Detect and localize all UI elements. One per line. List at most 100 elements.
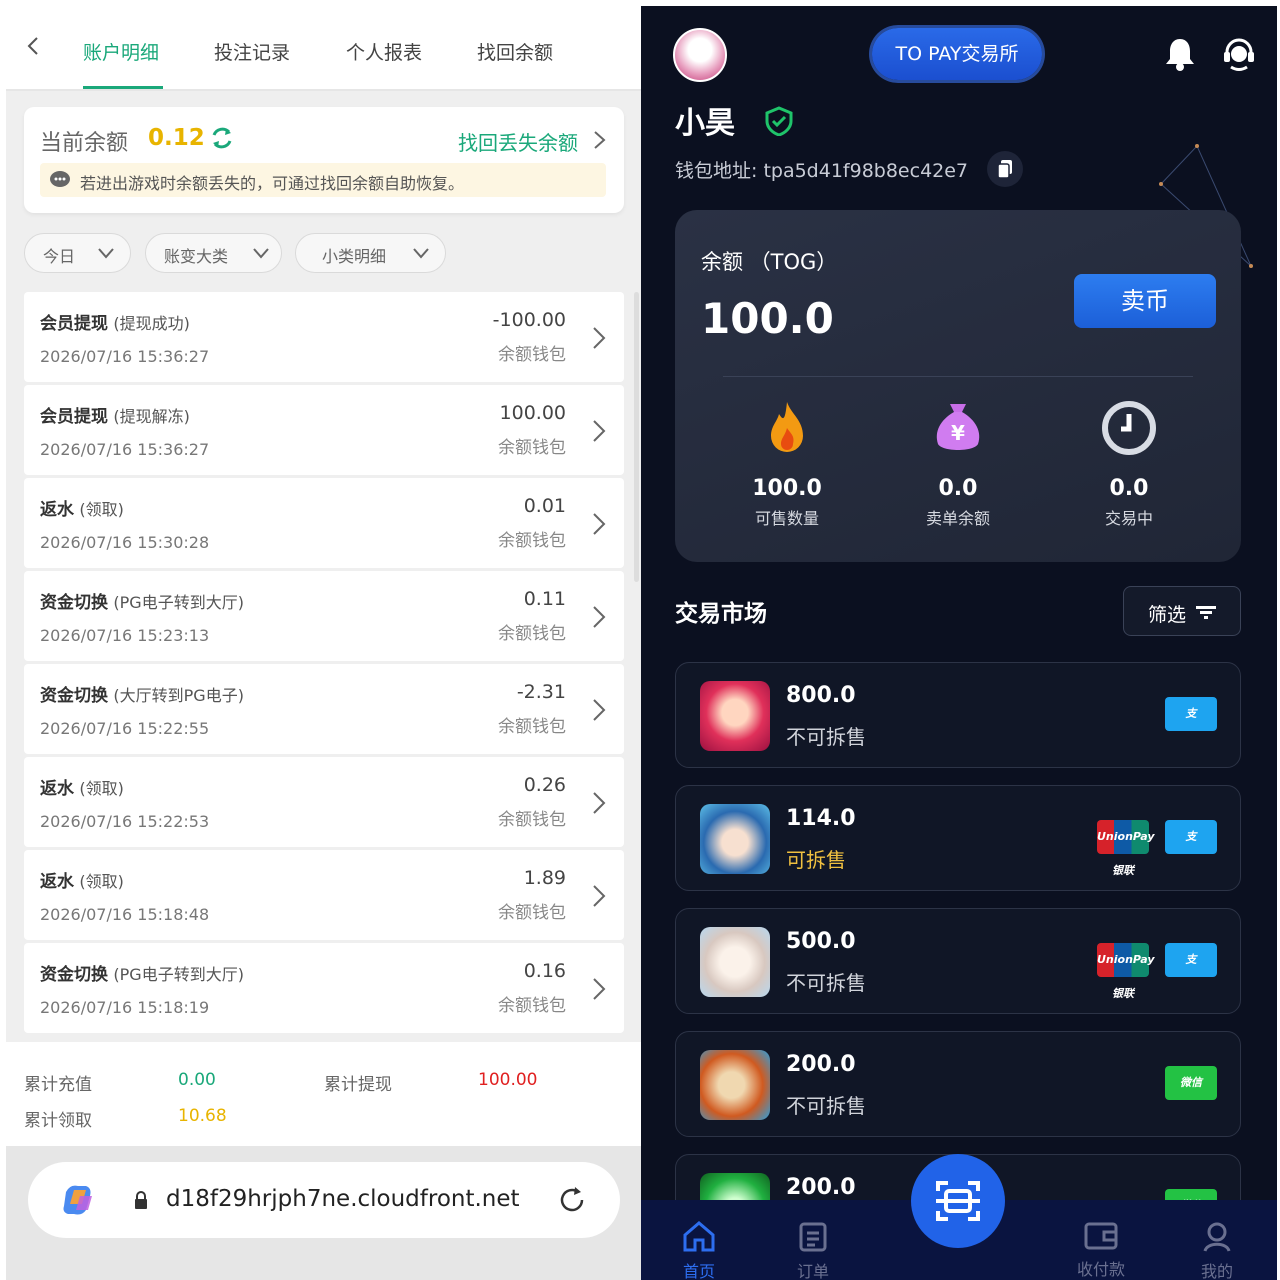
tab-profile[interactable]: 我的 bbox=[1187, 1220, 1247, 1280]
exchange-button[interactable]: TO PAY交易所 bbox=[872, 28, 1042, 80]
record-row[interactable]: 返水 (领取) 2026/07/16 15:22:53 0.26 余额钱包 bbox=[24, 757, 624, 847]
reload-icon[interactable] bbox=[556, 1184, 588, 1216]
notice-text: 若进出游戏时余额丢失的，可通过找回余额自助恢复。 bbox=[80, 174, 465, 193]
filter-date[interactable]: 今日 bbox=[24, 233, 131, 273]
recover-lost-balance-link[interactable]: 找回丢失余额 bbox=[458, 127, 578, 156]
bell-icon[interactable] bbox=[1163, 36, 1197, 72]
totals-summary: 累计充值 0.00 累计提现 100.00 累计领取 10.68 bbox=[6, 1042, 641, 1146]
balance-label: 余额 （TOG） bbox=[701, 250, 838, 274]
record-type: 会员提现 bbox=[40, 314, 108, 334]
copy-address-button[interactable] bbox=[987, 151, 1023, 187]
total-recharge-label: 累计充值 bbox=[24, 1075, 92, 1095]
tab-personal-report[interactable]: 个人报表 bbox=[346, 38, 422, 65]
filter-category[interactable]: 账变大类 bbox=[145, 233, 282, 273]
record-row[interactable]: 会员提现 (提现成功) 2026/07/16 15:36:27 -100.00 余额钱… bbox=[24, 292, 624, 382]
record-title: 资金切换 (PG电子转到大厅) bbox=[40, 960, 244, 985]
alipay-label: 支 bbox=[1185, 953, 1197, 966]
stat-in-trade: 0.0 交易中 bbox=[1049, 398, 1209, 529]
item-amount: 500.0 bbox=[786, 929, 856, 954]
market-title: 交易市场 bbox=[675, 601, 767, 627]
total-withdraw-value: 100.00 bbox=[478, 1070, 538, 1090]
filter-subcategory[interactable]: 小类明细 bbox=[295, 233, 446, 273]
sell-coin-button[interactable]: 卖币 bbox=[1074, 274, 1216, 328]
market-item[interactable]: 800.0 不可拆售 支 bbox=[675, 662, 1241, 768]
customer-service-icon[interactable] bbox=[1221, 36, 1257, 72]
record-time: 2026/07/16 15:36:27 bbox=[40, 440, 210, 459]
total-claim-label: 累计领取 bbox=[24, 1111, 92, 1131]
refresh-icon[interactable] bbox=[209, 125, 235, 151]
browser-logo-icon bbox=[63, 1185, 92, 1215]
record-amount: 1.89 bbox=[523, 867, 566, 889]
record-wallet: 余额钱包 bbox=[498, 717, 566, 737]
account-header: 账户明细 投注记录 个人报表 找回余额 bbox=[6, 6, 641, 91]
tab-bet-records[interactable]: 投注记录 bbox=[214, 38, 290, 65]
alipay-label: 支 bbox=[1185, 707, 1197, 720]
record-subtype: (PG电子转到大厅) bbox=[113, 593, 244, 612]
home-icon bbox=[683, 1221, 715, 1252]
market-item[interactable]: 200.0 不可拆售 微信 bbox=[675, 1031, 1241, 1137]
url-bar[interactable]: d18f29hrjph7ne.cloudfront.net bbox=[28, 1162, 620, 1238]
wallet-icon bbox=[1084, 1222, 1118, 1250]
stat-sell-order-label: 卖单余额 bbox=[925, 509, 990, 528]
market-item[interactable]: 500.0 不可拆售 UnionPay 银联 支 bbox=[675, 908, 1241, 1014]
item-amount: 114.0 bbox=[786, 806, 856, 831]
chevron-right-icon bbox=[593, 699, 606, 721]
record-row[interactable]: 返水 (领取) 2026/07/16 15:30:28 0.01 余额钱包 bbox=[24, 478, 624, 568]
filter-category-label: 账变大类 bbox=[164, 247, 229, 266]
copy-icon bbox=[997, 160, 1012, 179]
stat-available: 100.0 可售数量 bbox=[707, 398, 867, 529]
record-row[interactable]: 资金切换 (大厅转到PG电子) 2026/07/16 15:22:55 -2.31 余… bbox=[24, 664, 624, 754]
clock-icon bbox=[1102, 401, 1156, 455]
market-filter-button[interactable]: 筛选 bbox=[1123, 586, 1241, 636]
record-wallet: 余额钱包 bbox=[498, 345, 566, 365]
record-row[interactable]: 会员提现 (提现解冻) 2026/07/16 15:36:27 100.00 余额钱包 bbox=[24, 385, 624, 475]
back-arrow-icon[interactable] bbox=[24, 36, 44, 56]
record-row[interactable]: 资金切换 (PG电子转到大厅) 2026/07/16 15:23:13 0.11 余额… bbox=[24, 571, 624, 661]
record-amount: 0.16 bbox=[523, 960, 566, 982]
scan-button[interactable] bbox=[911, 1154, 1005, 1248]
market-item[interactable]: 114.0 可拆售 UnionPay 银联 支 bbox=[675, 785, 1241, 891]
flame-icon bbox=[771, 402, 803, 452]
chevron-right-icon[interactable] bbox=[590, 129, 608, 151]
balance-label: 当前余额 bbox=[40, 131, 129, 156]
record-subtype: (提现成功) bbox=[113, 314, 190, 333]
chevron-right-icon bbox=[593, 885, 606, 907]
record-row[interactable]: 资金切换 (PG电子转到大厅) 2026/07/16 15:18:19 0.16 余额… bbox=[24, 943, 624, 1033]
stat-sell-order-value: 0.0 bbox=[938, 476, 978, 501]
tab-payments[interactable]: 收付款 bbox=[1071, 1220, 1131, 1280]
chevron-down-icon bbox=[98, 248, 114, 259]
tab-home[interactable]: 首页 bbox=[669, 1220, 729, 1280]
record-wallet: 余额钱包 bbox=[498, 624, 566, 644]
total-recharge-value: 0.00 bbox=[178, 1070, 216, 1090]
record-subtype: (领取) bbox=[79, 500, 124, 519]
tab-orders[interactable]: 订单 bbox=[783, 1220, 843, 1280]
record-row[interactable]: 返水 (领取) 2026/07/16 15:18:48 1.89 余额钱包 bbox=[24, 850, 624, 940]
record-amount: -2.31 bbox=[516, 681, 566, 703]
record-amount: 0.01 bbox=[523, 495, 566, 517]
tab-recover-balance[interactable]: 找回余额 bbox=[477, 38, 553, 65]
record-amount: 0.11 bbox=[523, 588, 566, 610]
tab-account-details[interactable]: 账户明细 bbox=[83, 38, 159, 65]
svg-text:¥: ¥ bbox=[951, 421, 965, 445]
scrollbar[interactable] bbox=[634, 292, 639, 582]
record-type: 返水 bbox=[40, 500, 74, 520]
item-split-status: 不可拆售 bbox=[786, 1094, 866, 1118]
url-text: d18f29hrjph7ne.cloudfront.net bbox=[166, 1186, 520, 1212]
record-time: 2026/07/16 15:30:28 bbox=[40, 533, 210, 552]
balance-value: 0.12 bbox=[148, 125, 205, 151]
seller-avatar bbox=[700, 927, 770, 997]
avatar[interactable] bbox=[673, 28, 727, 82]
alipay-icon: 支 bbox=[1165, 943, 1217, 977]
wechat-label: 微信 bbox=[1180, 1076, 1202, 1089]
lock-icon bbox=[135, 1191, 147, 1209]
chevron-right-icon bbox=[593, 978, 606, 1000]
record-subtype: (大厅转到PG电子) bbox=[113, 686, 244, 705]
account-details-screen: 账户明细 投注记录 个人报表 找回余额 当前余额 0.12 找回丢失余额 若进出… bbox=[6, 6, 641, 1280]
tab-home-label: 首页 bbox=[682, 1262, 715, 1280]
filter-icon bbox=[1196, 606, 1216, 619]
tab-payments-label: 收付款 bbox=[1076, 1260, 1125, 1279]
record-wallet: 余额钱包 bbox=[498, 996, 566, 1016]
record-amount: -100.00 bbox=[492, 309, 566, 331]
record-title: 会员提现 (提现成功) bbox=[40, 309, 190, 334]
unionpay-label: UnionPay 银联 bbox=[1097, 830, 1155, 877]
